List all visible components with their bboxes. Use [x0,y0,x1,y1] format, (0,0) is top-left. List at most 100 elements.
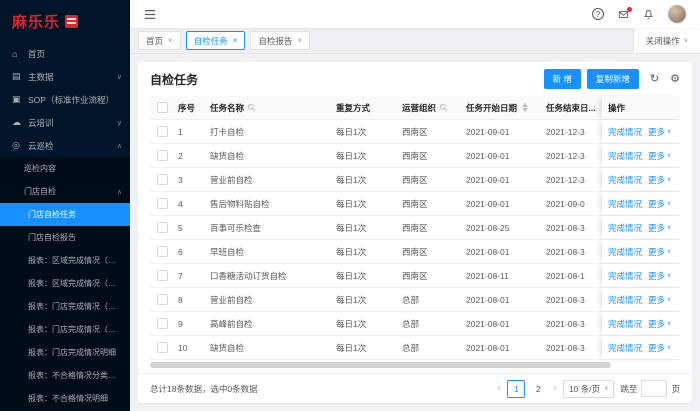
tab-close-icon[interactable]: × [168,36,173,45]
menu-fold-icon[interactable] [144,9,156,20]
message-icon[interactable] [618,6,632,20]
scrollbar-thumb[interactable] [150,362,612,368]
more-link[interactable]: 更多 ∨ [648,270,671,282]
sidebar-item-8[interactable]: 门店自检报告 [0,226,130,249]
row-actions: 完成情况 更多 ∨ [602,168,680,191]
select-all-checkbox[interactable] [156,102,168,113]
row-org: 西南区 [402,246,428,257]
chevron-down-icon: ∨ [667,273,672,279]
more-link[interactable]: 更多 ∨ [648,222,671,234]
complete-status-link[interactable]: 完成情况 [608,198,642,210]
jump-prefix-label: 跳至 [620,383,638,394]
next-page-button[interactable]: › [553,383,557,394]
row-checkbox-cell [150,318,174,329]
jump-suffix-label: 页 [671,383,680,394]
row-org: 西南区 [402,126,428,137]
sidebar-item-3[interactable]: ☁ 云培训 ∨ [0,111,130,134]
row-no: 1 [178,126,183,137]
sidebar-item-14[interactable]: 报表：不合格情况分类汇总 [0,364,130,387]
jump-page-input[interactable] [641,380,668,397]
page-button-2[interactable]: 2 [529,380,547,398]
more-link[interactable]: 更多 ∨ [648,126,671,138]
sidebar-item-6[interactable]: 门店自检 ∧ [0,180,130,203]
sidebar-item-1[interactable]: ▤ 主数据 ∨ [0,65,130,88]
tab-close-icon[interactable]: × [233,36,238,45]
sidebar-item-7[interactable]: 门店自检任务 [0,203,130,226]
complete-status-link[interactable]: 完成情况 [608,222,642,234]
brand-seal-icon [65,14,79,28]
add-button[interactable]: 新 增 [543,69,581,89]
header-repeat: 重复方式 [336,102,371,113]
settings-icon[interactable]: ⚙ [670,73,680,85]
more-link[interactable]: 更多 ∨ [648,342,671,354]
more-link[interactable]: 更多 ∨ [648,150,671,162]
row-checkbox[interactable] [156,342,168,353]
row-repeat: 每日1次 [336,270,367,281]
page-size-value: 10 条/页 [568,383,601,394]
complete-status-link[interactable]: 完成情况 [608,294,642,306]
tab-close-icon[interactable]: × [297,36,302,45]
more-link[interactable]: 更多 ∨ [648,198,671,210]
row-checkbox[interactable] [156,246,168,257]
row-task-name: 缺货自检 [210,342,245,353]
search-icon[interactable] [439,103,448,112]
brand-logo[interactable]: 麻乐乐 [0,0,130,42]
horizontal-scrollbar[interactable] [150,362,680,368]
page-button-1[interactable]: 1 [507,379,526,398]
sidebar-item-label: 报表：不合格情况明细 [28,394,108,403]
row-start-date: 2021-09-01 [466,174,510,185]
sidebar-item-15[interactable]: 报表：不合格情况明细 [0,387,130,410]
copy-add-button[interactable]: 复制新增 [586,69,639,89]
sidebar-item-9[interactable]: 报表：区域完成情况（汇总） [0,249,130,272]
refresh-icon[interactable]: ↻ [650,73,659,85]
card-footer: 总计18条数据，选中0条数据 ‹ 12 › 10 条/页 ∨ 跳至 页 [138,373,692,403]
row-checkbox[interactable] [156,222,168,233]
more-link[interactable]: 更多 ∨ [648,294,671,306]
sidebar-item-5[interactable]: 巡检内容 [0,157,130,180]
row-repeat: 每日1次 [336,174,367,185]
prev-page-button[interactable]: ‹ [498,383,502,394]
complete-status-link[interactable]: 完成情况 [608,174,642,186]
more-link[interactable]: 更多 ∨ [648,174,671,186]
row-checkbox[interactable] [156,198,168,209]
sidebar-item-11[interactable]: 报表：门店完成情况（汇总） [0,295,130,318]
table-header: 序号 任务名称 重复方式 运营组织 任务开始日期 任务结束日... 操作 [150,96,680,120]
sidebar-item-0[interactable]: ⌂ 首页 [0,42,130,65]
sidebar-item-4[interactable]: ◎ 云巡检 ∧ [0,134,130,157]
complete-status-link[interactable]: 完成情况 [608,126,642,138]
complete-status-link[interactable]: 完成情况 [608,150,642,162]
row-checkbox[interactable] [156,318,168,329]
sidebar-item-2[interactable]: ▣ SOP（标准作业流程） [0,88,130,111]
card-header: 自检任务 新 增 复制新增 ↻ ⚙ [138,62,692,96]
row-checkbox[interactable] [156,150,168,161]
data-icon: ▤ [12,71,21,81]
page-size-select[interactable]: 10 条/页 ∨ [562,379,615,398]
tab-0[interactable]: 首页 × [138,31,181,50]
search-icon[interactable] [247,103,256,112]
more-link[interactable]: 更多 ∨ [648,318,671,330]
row-org: 西南区 [402,174,428,185]
sidebar-item-10[interactable]: 报表：区域完成情况（任务） [0,272,130,295]
complete-status-link[interactable]: 完成情况 [608,270,642,282]
bell-icon[interactable] [643,9,654,20]
complete-status-link[interactable]: 完成情况 [608,246,642,258]
avatar[interactable] [668,5,686,23]
complete-status-link[interactable]: 完成情况 [608,318,642,330]
row-actions: 完成情况 更多 ∨ [602,216,680,239]
close-operations-dropdown[interactable]: 关闭操作 ∨ [632,28,700,53]
row-checkbox[interactable] [156,174,168,185]
tab-2[interactable]: 自检报告 × [250,31,311,50]
help-icon[interactable]: ? [592,8,604,20]
more-link[interactable]: 更多 ∨ [648,246,671,258]
complete-status-link[interactable]: 完成情况 [608,342,642,354]
sort-icons[interactable] [522,103,529,112]
sidebar-item-13[interactable]: 报表：门店完成情况明细 [0,341,130,364]
chevron-down-icon: ∨ [116,73,122,81]
sidebar-item-12[interactable]: 报表：门店完成情况（任务） [0,318,130,341]
tab-1[interactable]: 自检任务 × [185,31,246,50]
row-no: 3 [178,174,183,185]
header-no: 序号 [178,102,196,113]
row-checkbox[interactable] [156,294,168,305]
row-checkbox[interactable] [156,126,168,137]
row-checkbox[interactable] [156,270,168,281]
